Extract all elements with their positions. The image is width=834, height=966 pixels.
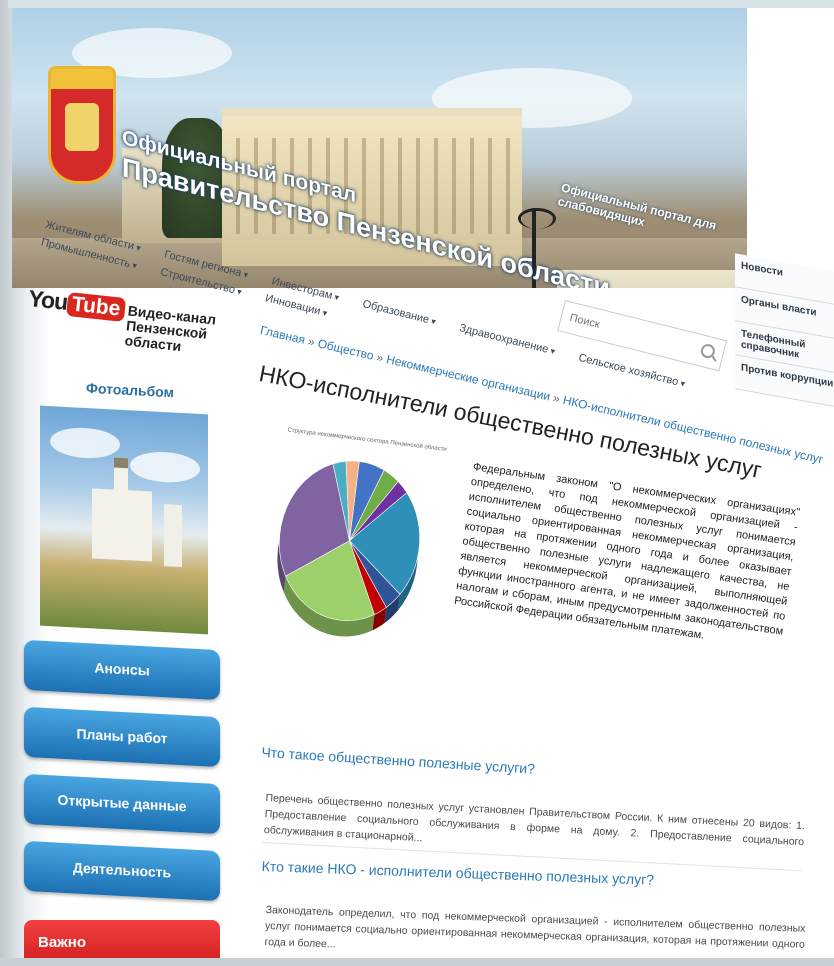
top-edge xyxy=(8,0,834,8)
faq-answer-1: Перечень общественно полезных услуг уста… xyxy=(263,791,806,849)
coat-of-arms-logo[interactable] xyxy=(48,66,116,184)
pie-chart-svg xyxy=(277,460,420,637)
nav-item-health[interactable]: Здравоохранение xyxy=(458,322,556,357)
activity-button[interactable]: Деятельность xyxy=(24,840,220,902)
faq-question-2[interactable]: Кто такие НКО - исполнители общественно … xyxy=(261,858,654,888)
pie-chart: Структура некоммерческого сектора Пензен… xyxy=(235,425,466,717)
cloud-shape xyxy=(50,426,120,460)
right-menu: Новости Органы власти Телефонный справоч… xyxy=(735,253,834,407)
breadcrumb-separator: » xyxy=(306,334,317,350)
photo-album-image[interactable] xyxy=(40,405,208,635)
breadcrumb-separator: » xyxy=(375,349,385,366)
church-shape xyxy=(92,488,152,562)
bottom-edge xyxy=(0,958,834,966)
nav-item-education[interactable]: Образование xyxy=(361,298,437,328)
open-data-button[interactable]: Открытые данные xyxy=(24,773,220,835)
faq-question-1[interactable]: Что такое общественно полезные услуги? xyxy=(261,744,535,777)
work-plans-button[interactable]: Планы работ xyxy=(24,706,220,768)
bell-tower-shape xyxy=(164,504,182,568)
breadcrumb-separator: » xyxy=(551,390,562,406)
faq-answer-2: Законодатель определил, что под некоммер… xyxy=(264,903,806,951)
browser-page: Официальный портал Правительство Пензенс… xyxy=(0,0,834,966)
youtube-logo-you: You xyxy=(27,285,69,315)
search-icon[interactable] xyxy=(699,342,717,360)
cloud-shape xyxy=(130,450,200,484)
announcements-button[interactable]: Анонсы xyxy=(24,639,220,701)
